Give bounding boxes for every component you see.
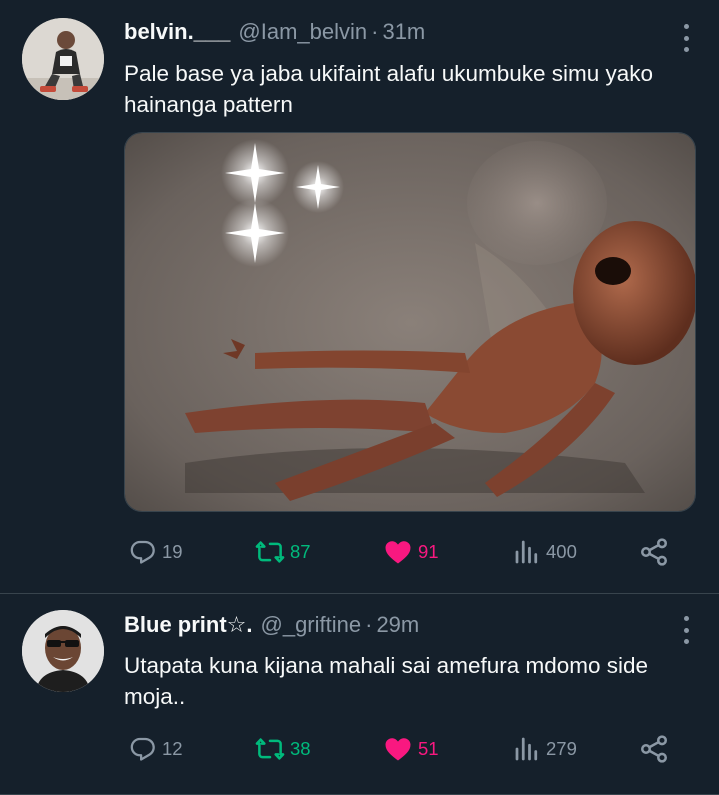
like-count: 51 bbox=[418, 738, 439, 759]
avatar[interactable] bbox=[22, 18, 104, 100]
views-icon bbox=[515, 540, 538, 564]
like-button[interactable]: 51 bbox=[382, 732, 439, 766]
user-handle[interactable]: @_griftine bbox=[261, 612, 362, 638]
more-icon[interactable] bbox=[681, 24, 691, 52]
view-count: 279 bbox=[546, 738, 577, 759]
views-icon bbox=[515, 737, 538, 761]
reply-icon bbox=[130, 540, 155, 564]
reply-button[interactable]: 19 bbox=[128, 535, 183, 569]
reply-icon bbox=[130, 737, 155, 761]
share-button[interactable] bbox=[638, 535, 670, 569]
reply-button[interactable]: 12 bbox=[128, 732, 183, 766]
separator-dot: · bbox=[365, 612, 373, 637]
tweet-1[interactable]: belvin.___ @Iam_belvin · 31m Pale base y… bbox=[0, 0, 719, 594]
more-icon[interactable] bbox=[681, 616, 691, 644]
user-handle[interactable]: @Iam_belvin bbox=[238, 19, 367, 45]
reply-count: 19 bbox=[162, 541, 183, 562]
tweet-actions: 19 87 91 400 bbox=[124, 535, 684, 569]
retweet-button[interactable]: 87 bbox=[254, 535, 311, 569]
retweet-button[interactable]: 38 bbox=[254, 732, 311, 766]
separator-dot: · bbox=[371, 19, 379, 44]
avatar[interactable] bbox=[22, 610, 104, 692]
retweet-icon bbox=[255, 541, 285, 563]
share-icon bbox=[641, 538, 667, 566]
views-button[interactable]: 279 bbox=[512, 732, 577, 766]
heart-icon bbox=[385, 738, 411, 761]
tweet-text: Utapata kuna kijana mahali sai amefura m… bbox=[124, 653, 649, 709]
views-button[interactable]: 400 bbox=[512, 535, 577, 569]
timestamp[interactable]: 31m bbox=[382, 19, 425, 45]
like-count: 91 bbox=[418, 541, 439, 562]
retweet-count: 38 bbox=[290, 738, 311, 759]
tweet-text: Pale base ya jaba ukifaint alafu ukumbuk… bbox=[124, 61, 654, 117]
display-name[interactable]: Blue print☆. bbox=[124, 612, 253, 638]
view-count: 400 bbox=[546, 541, 577, 562]
retweet-count: 87 bbox=[290, 541, 311, 562]
display-name[interactable]: belvin.___ bbox=[124, 19, 230, 45]
timestamp[interactable]: 29m bbox=[376, 612, 419, 638]
reply-count: 12 bbox=[162, 738, 183, 759]
like-button[interactable]: 91 bbox=[382, 535, 439, 569]
share-button[interactable] bbox=[638, 732, 670, 766]
tweet-header: belvin.___ @Iam_belvin · 31m bbox=[124, 19, 425, 49]
tweet-media-image[interactable] bbox=[124, 132, 696, 512]
share-icon bbox=[641, 735, 667, 763]
tweet-actions: 12 38 51 279 bbox=[124, 732, 684, 766]
heart-icon bbox=[385, 541, 411, 564]
tweet-header: Blue print☆. @_griftine · 29m bbox=[124, 612, 419, 642]
tweet-2[interactable]: Blue print☆. @_griftine · 29m Utapata ku… bbox=[0, 594, 719, 795]
retweet-icon bbox=[255, 738, 285, 760]
